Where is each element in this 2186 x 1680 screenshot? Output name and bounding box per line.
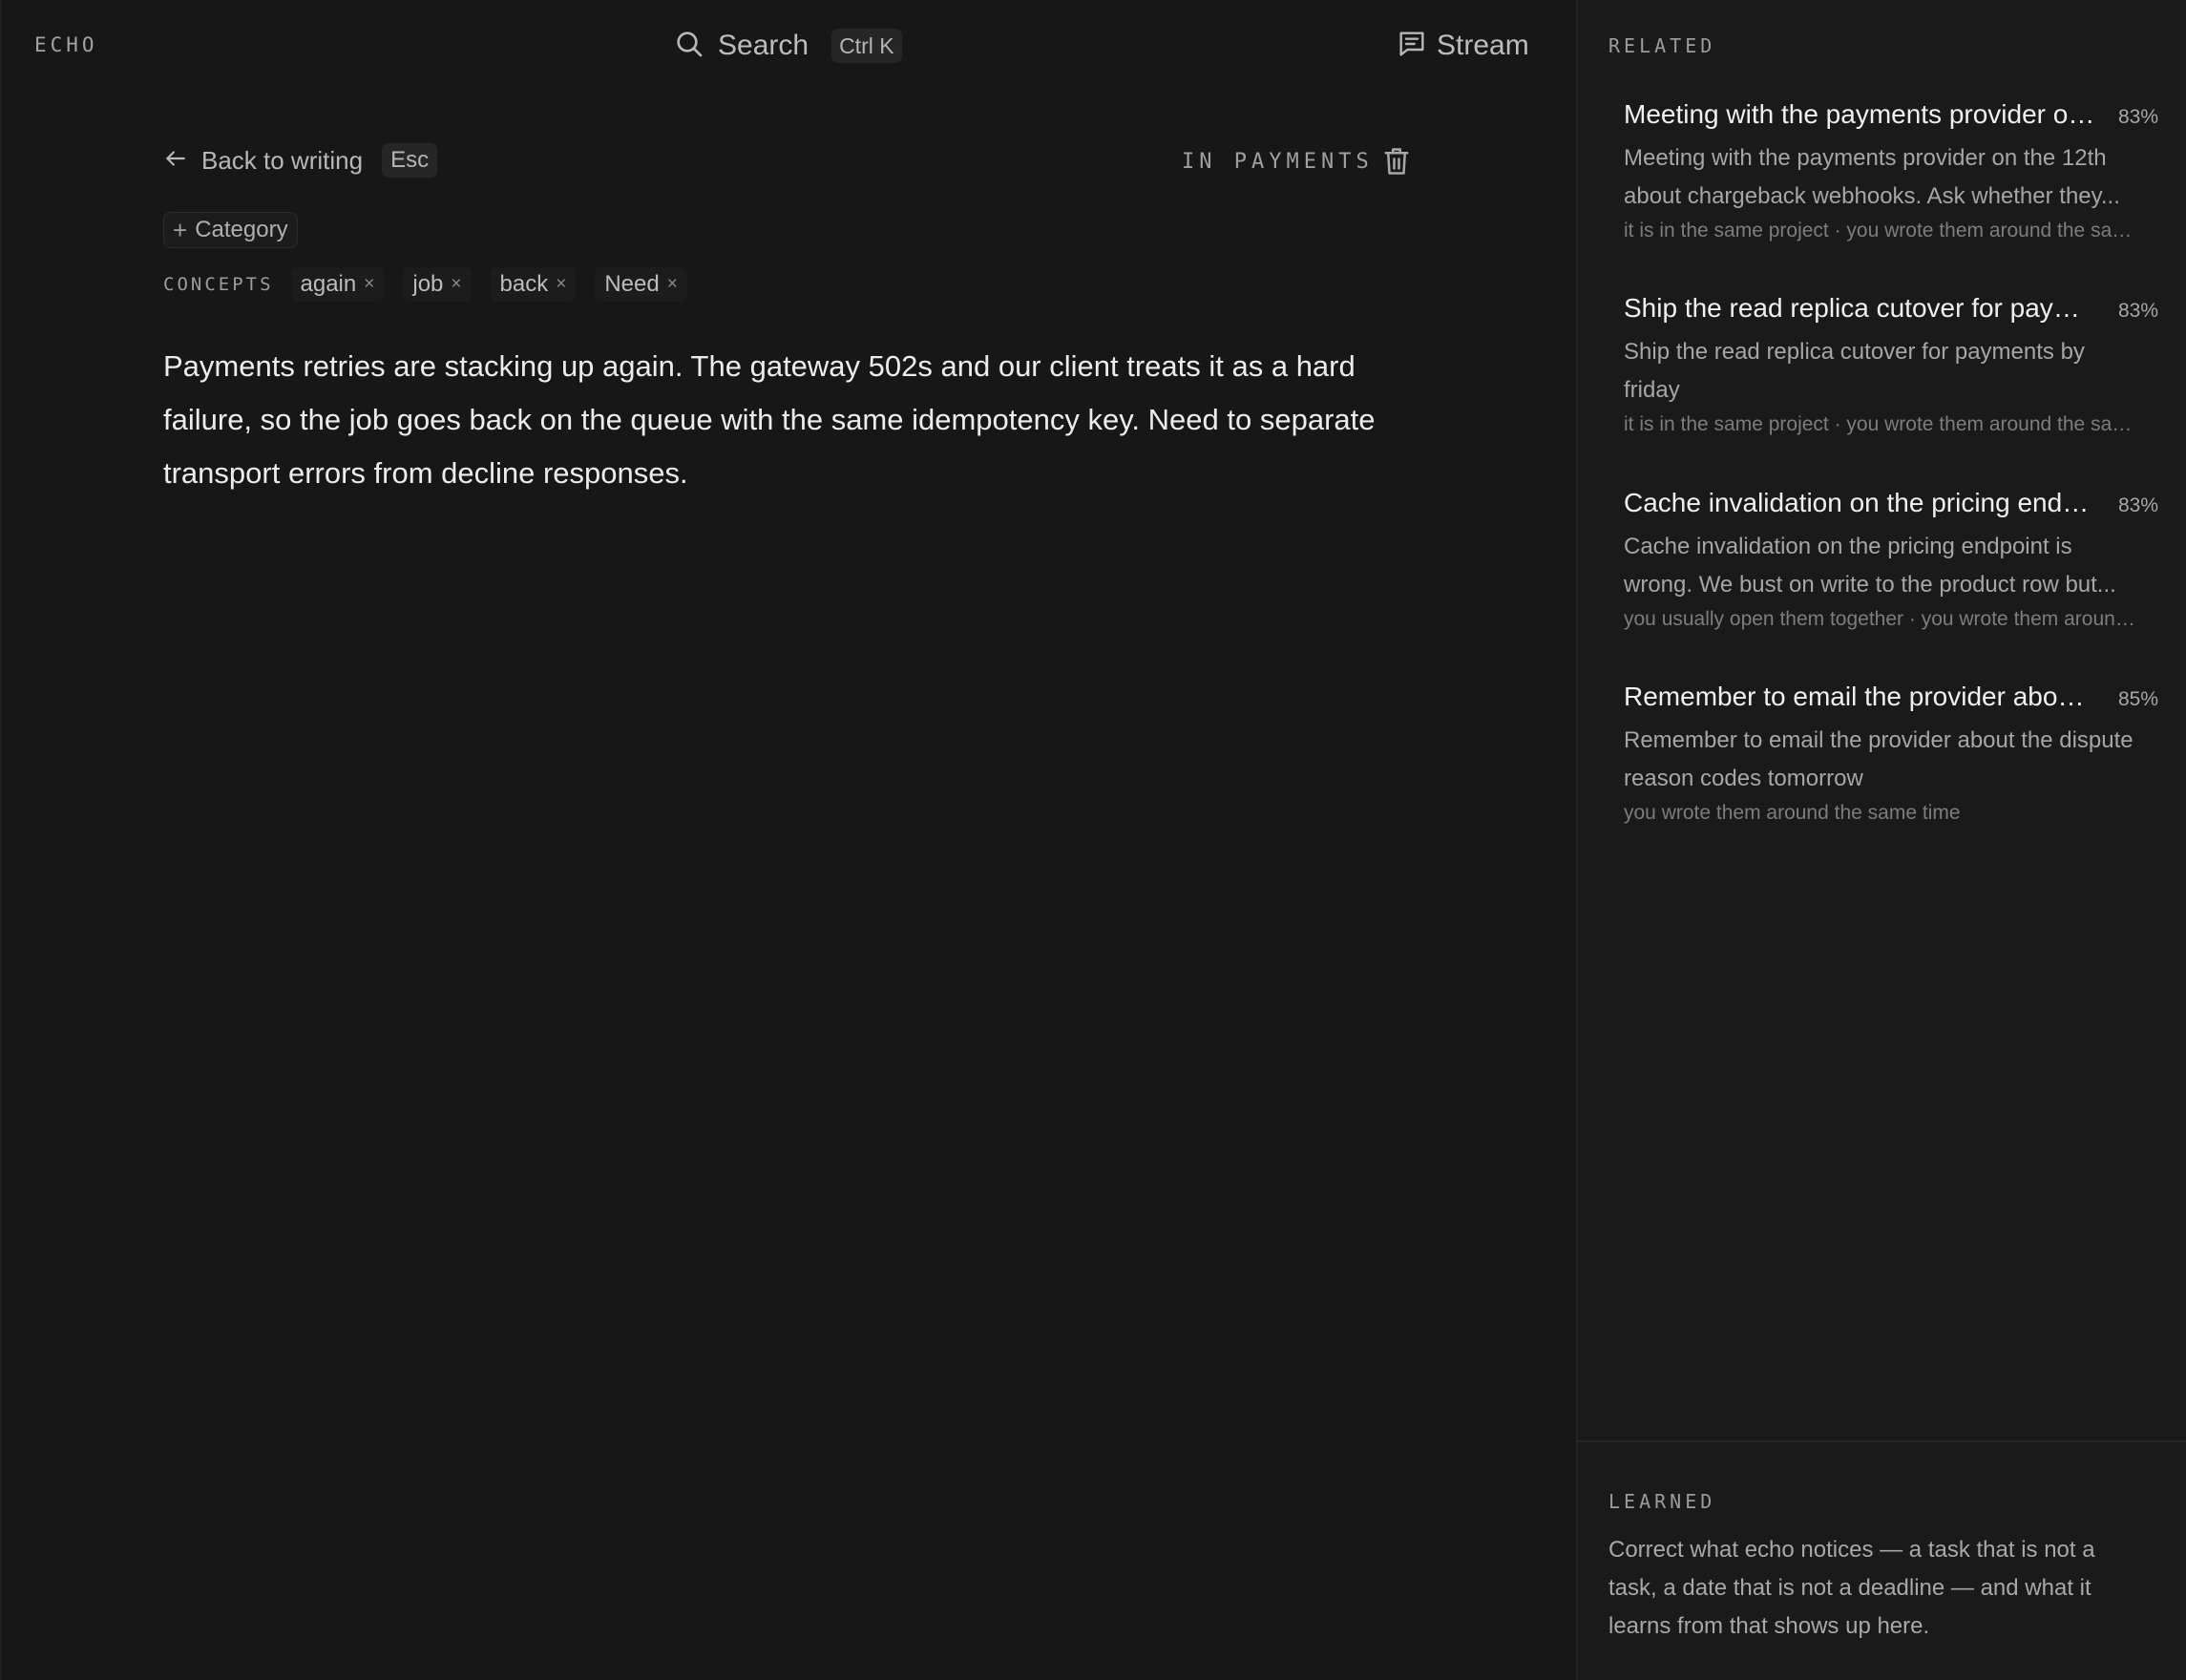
related-item-title: Ship the read replica cutover for paymen… xyxy=(1624,293,2096,323)
project-label[interactable]: IN PAYMENTS xyxy=(1182,150,1374,174)
related-item-title: Remember to email the provider about the… xyxy=(1624,682,2096,711)
similarity-score: 83% xyxy=(2117,300,2158,322)
app-window: ECHO Search Ctrl K Stream Back to writin… xyxy=(0,0,2186,1680)
main-editor: ECHO Search Ctrl K Stream Back to writin… xyxy=(0,0,1576,1680)
concept-chip[interactable]: again × xyxy=(290,267,385,302)
remove-concept-icon[interactable]: × xyxy=(364,274,374,295)
similarity-score: 85% xyxy=(2117,688,2158,710)
remove-concept-icon[interactable]: × xyxy=(667,274,678,295)
related-item-reason: you usually open them together · you wro… xyxy=(1624,608,2144,630)
concept-label: job xyxy=(412,271,444,297)
related-item-reason: you wrote them around the same time xyxy=(1624,802,1961,824)
related-item[interactable]: Ship the read replica cutover for paymen… xyxy=(1624,293,2158,436)
add-category-button[interactable]: + Category xyxy=(163,212,298,248)
learned-section: LEARNED Correct what echo notices — a ta… xyxy=(1578,1440,2186,1680)
related-heading: RELATED xyxy=(1608,34,1716,57)
related-item-title: Cache invalidation on the pricing endpoi… xyxy=(1624,488,2096,517)
note-body-editor[interactable]: Payments retries are stacking up again. … xyxy=(163,340,1442,500)
related-item[interactable]: Cache invalidation on the pricing endpoi… xyxy=(1624,488,2158,631)
app-brand: ECHO xyxy=(34,33,98,56)
search-icon xyxy=(674,29,704,64)
learned-heading: LEARNED xyxy=(1608,1490,1716,1513)
related-item-snippet: Cache invalidation on the pricing endpoi… xyxy=(1624,534,2116,598)
stream-button[interactable]: Stream xyxy=(1397,26,1529,66)
search-shortcut-badge: Ctrl K xyxy=(831,29,902,63)
related-item[interactable]: Meeting with the payments provider on th… xyxy=(1624,99,2158,242)
esc-shortcut-badge: Esc xyxy=(382,143,438,178)
stream-label: Stream xyxy=(1437,30,1529,61)
message-square-icon xyxy=(1397,29,1427,64)
category-label: Category xyxy=(195,217,288,242)
related-item-snippet: Ship the read replica cutover for paymen… xyxy=(1624,339,2085,403)
concept-chip[interactable]: back × xyxy=(490,267,577,302)
concepts-label: CONCEPTS xyxy=(163,274,274,295)
search-label: Search xyxy=(718,30,809,61)
search-button[interactable]: Search Ctrl K xyxy=(674,26,902,66)
related-item-reason: it is in the same project · you wrote th… xyxy=(1624,413,2144,435)
concepts-row: CONCEPTS again × job × back × Need × xyxy=(163,267,706,302)
concept-label: again xyxy=(300,271,357,297)
learned-description: Correct what echo notices — a task that … xyxy=(1608,1537,2095,1639)
plus-icon: + xyxy=(173,216,188,244)
concept-chip[interactable]: job × xyxy=(403,267,472,302)
trash-icon[interactable] xyxy=(1382,145,1411,178)
remove-concept-icon[interactable]: × xyxy=(451,274,461,295)
related-item-snippet: Remember to email the provider about the… xyxy=(1624,727,2133,791)
concept-label: Need xyxy=(604,271,660,297)
concept-label: back xyxy=(499,271,549,297)
related-panel: RELATED Meeting with the payments provid… xyxy=(1576,0,2186,1680)
arrow-left-icon xyxy=(163,146,188,176)
back-label: Back to writing xyxy=(201,145,364,175)
related-item-title: Meeting with the payments provider on th… xyxy=(1624,99,2096,129)
related-item-snippet: Meeting with the payments provider on th… xyxy=(1624,145,2120,209)
similarity-score: 83% xyxy=(2117,494,2158,516)
related-item-reason: it is in the same project · you wrote th… xyxy=(1624,220,2144,242)
top-bar: ECHO Search Ctrl K Stream xyxy=(2,0,1578,92)
concept-chip[interactable]: Need × xyxy=(595,267,687,302)
related-item[interactable]: Remember to email the provider about the… xyxy=(1624,682,2158,825)
similarity-score: 83% xyxy=(2117,106,2158,128)
back-to-writing-link[interactable]: Back to writing Esc xyxy=(163,141,438,179)
remove-concept-icon[interactable]: × xyxy=(556,274,566,295)
